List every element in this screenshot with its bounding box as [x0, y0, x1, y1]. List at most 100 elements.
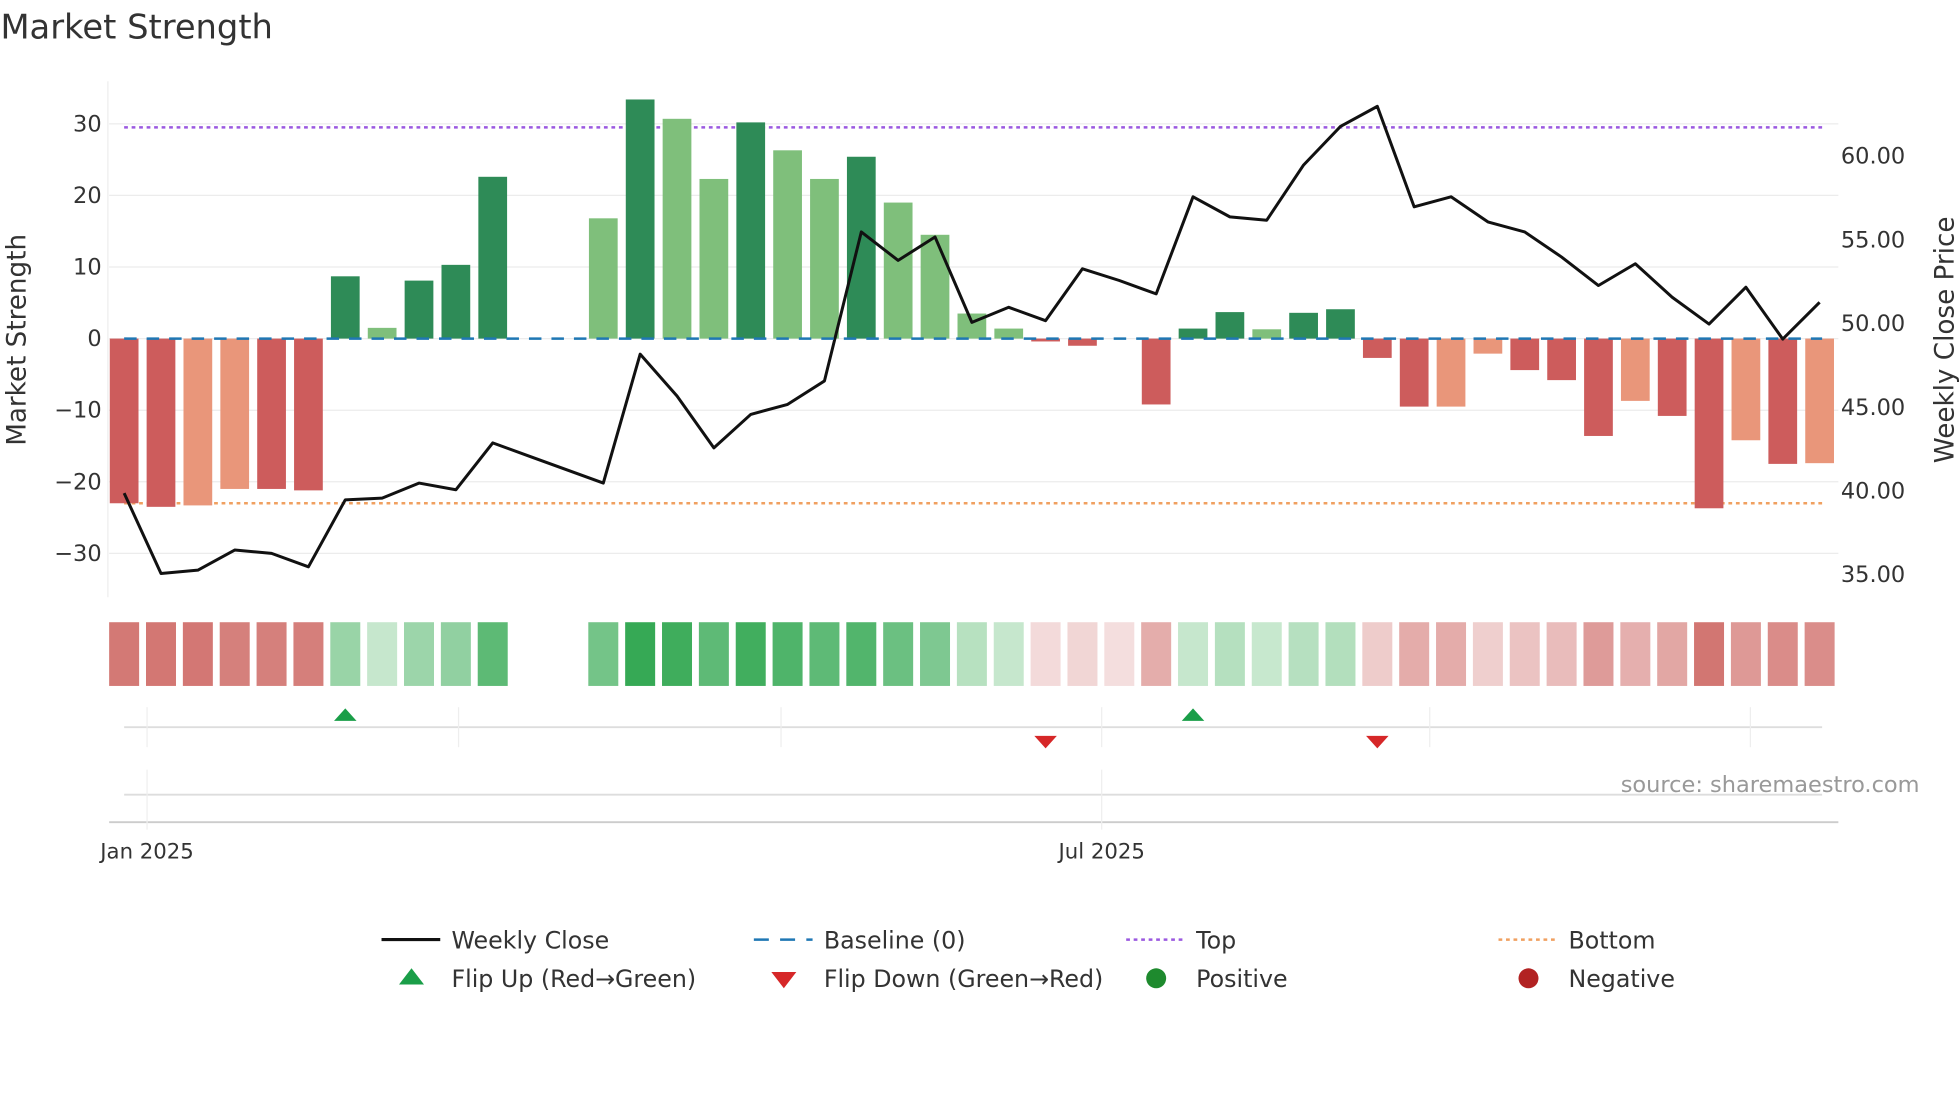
- legend-swatch-negative: [1518, 968, 1539, 989]
- strength-bar: [1657, 338, 1687, 416]
- legend-label-bottom: Bottom: [1568, 926, 1655, 954]
- heatmap-cell: [1251, 622, 1282, 686]
- heatmap-cell: [588, 622, 619, 686]
- strength-bar: [994, 328, 1024, 339]
- strength-bar: [1141, 338, 1171, 405]
- strength-bar: [441, 264, 471, 339]
- legend-label-baseline: Baseline (0): [824, 926, 966, 954]
- strength-bar: [773, 150, 802, 339]
- heatmap-cell: [1399, 622, 1430, 686]
- strength-bar: [920, 234, 950, 339]
- strength-bar: [810, 178, 839, 339]
- heatmap-cell: [1214, 622, 1245, 686]
- strength-bar: [662, 118, 692, 339]
- heatmap-cell: [1730, 622, 1761, 686]
- strength-bar: [294, 338, 323, 491]
- source-label: source: sharemaestro.com: [1621, 772, 1920, 798]
- heatmap-cell: [772, 622, 803, 686]
- legend-label-positive: Positive: [1196, 965, 1287, 993]
- legend-swatch-positive: [1146, 968, 1167, 989]
- heatmap-cell: [1767, 622, 1798, 686]
- y-tick-label: −20: [54, 469, 101, 495]
- strength-bar: [1731, 338, 1761, 441]
- strength-bar: [1362, 338, 1392, 358]
- flip-down-marker: [1366, 735, 1389, 749]
- legend-swatch-flip-up: [399, 968, 425, 985]
- strength-bar: [1584, 338, 1613, 436]
- heatmap-cell: [109, 622, 140, 686]
- strength-bar: [146, 338, 176, 507]
- heatmap-cell: [1030, 622, 1061, 686]
- legend-label-flip-up: Flip Up (Red→Green): [451, 965, 696, 993]
- strength-bar: [1805, 338, 1834, 464]
- legend: Weekly Close Baseline (0) Top Bottom Flip Up…: [381, 926, 1675, 993]
- strength-bar: [1399, 338, 1429, 407]
- heatmap-cell: [625, 622, 656, 686]
- heatmap-cell: [1694, 622, 1725, 686]
- strength-bar: [1436, 338, 1466, 407]
- market-strength-chart: Market Strength 30 20 10 0 −10 −20 −30 60.00 55.…: [0, 8, 1960, 993]
- legend-label-flip-down: Flip Down (Green→Red): [824, 965, 1103, 993]
- heatmap-cell: [883, 622, 914, 686]
- heatmap-cell: [1620, 622, 1651, 686]
- heatmap-cell: [956, 622, 987, 686]
- heatmap-cell: [698, 622, 729, 686]
- strength-bar: [1473, 338, 1503, 354]
- strength-bar: [736, 122, 766, 339]
- legend-label-line: Weekly Close: [451, 926, 609, 954]
- y-tick-label: 0: [87, 326, 101, 352]
- heatmap-cell: [146, 622, 176, 686]
- heatmap-cell: [1288, 622, 1319, 686]
- heatmap-cell: [1104, 622, 1135, 686]
- heatmap-cell: [1804, 622, 1835, 686]
- heatmap-cell: [404, 622, 434, 686]
- legend-label-negative: Negative: [1568, 965, 1674, 993]
- legend-label-top: Top: [1195, 926, 1236, 954]
- strength-bar: [1620, 338, 1650, 401]
- strength-bar: [183, 338, 213, 506]
- strength-bar: [1252, 329, 1282, 339]
- heatmap-cell: [1067, 622, 1098, 686]
- y-axis-label: Market Strength: [2, 234, 32, 446]
- strength-bar: [1178, 328, 1208, 339]
- heatmap-cell: [920, 622, 951, 686]
- strength-bar: [1289, 312, 1318, 339]
- strength-bar: [1694, 338, 1724, 509]
- strength-bar: [699, 178, 729, 339]
- y-tick-label: 20: [73, 183, 102, 209]
- heatmap-cell: [1583, 622, 1614, 686]
- y2-tick-label: 35.00: [1841, 562, 1905, 588]
- flip-up-marker: [334, 708, 357, 721]
- y2-axis-label: Weekly Close Price: [1930, 217, 1960, 464]
- y2-tick-label: 40.00: [1841, 479, 1905, 505]
- heatmap-cell: [440, 622, 471, 686]
- strength-bar: [1547, 338, 1576, 381]
- heatmap-cell: [846, 622, 877, 686]
- heatmap-cell: [293, 622, 324, 686]
- heatmap-cell: [1546, 622, 1577, 686]
- heatmap-cell: [1141, 622, 1172, 686]
- heatmap-cell: [330, 622, 361, 686]
- strength-bar: [220, 338, 250, 489]
- heatmap-cell: [809, 622, 840, 686]
- strength-bar: [257, 338, 286, 489]
- heatmap-cell: [182, 622, 213, 686]
- y-tick-label: −10: [54, 398, 101, 424]
- strength-bar: [330, 276, 360, 339]
- strength-bar: [1510, 338, 1540, 371]
- y2-tick-label: 55.00: [1841, 227, 1905, 253]
- strength-bar: [109, 338, 139, 504]
- y-tick-label: 10: [73, 255, 102, 281]
- flip-up-marker: [1181, 708, 1205, 721]
- heatmap-cell: [1657, 622, 1688, 686]
- heatmap-cell: [1362, 622, 1393, 686]
- chart-title: Market Strength: [0, 8, 272, 47]
- strength-bar: [478, 176, 508, 339]
- heatmap-cell: [477, 622, 508, 686]
- legend-swatch-flip-down: [771, 972, 797, 989]
- strength-bar: [588, 218, 618, 339]
- strength-bar: [1215, 312, 1245, 339]
- strength-bar: [1326, 309, 1355, 339]
- strength-bar: [883, 202, 913, 339]
- heatmap-cell: [1178, 622, 1209, 686]
